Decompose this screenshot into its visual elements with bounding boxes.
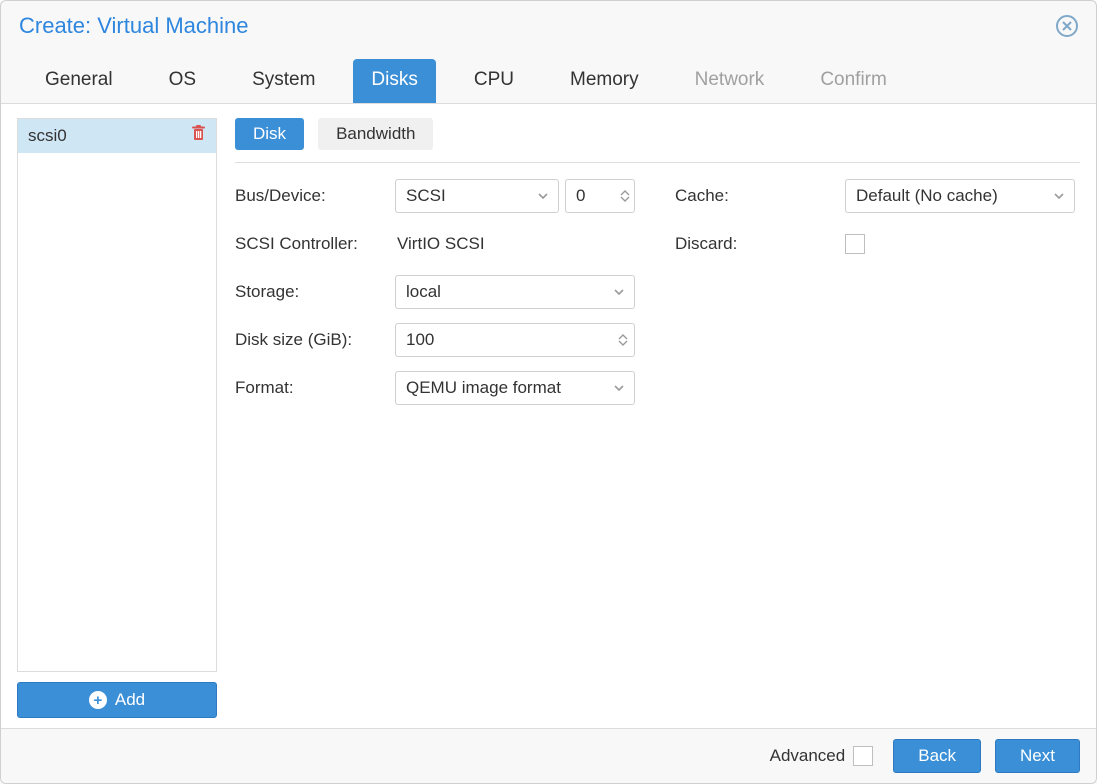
device-index-input[interactable]: 0 — [565, 179, 635, 213]
advanced-toggle[interactable]: Advanced — [770, 746, 874, 766]
format-select[interactable]: QEMU image format — [395, 371, 635, 405]
disk-size-input[interactable]: 100 — [395, 323, 635, 357]
advanced-label: Advanced — [770, 746, 846, 766]
tab-general[interactable]: General — [27, 59, 131, 103]
tab-confirm: Confirm — [802, 59, 905, 103]
spinner-icon[interactable] — [618, 334, 628, 346]
trash-icon[interactable] — [191, 125, 206, 146]
field-storage: Storage: local — [235, 275, 635, 309]
disk-list-item-label: scsi0 — [28, 126, 67, 146]
disk-size-value: 100 — [406, 330, 434, 350]
cache-select[interactable]: Default (No cache) — [845, 179, 1075, 213]
disk-list: scsi0 — [17, 118, 217, 672]
bus-select[interactable]: SCSI — [395, 179, 559, 213]
form-columns: Bus/Device: SCSI 0 — [235, 179, 1080, 419]
disk-list-item[interactable]: scsi0 — [18, 119, 216, 153]
field-discard: Discard: — [675, 227, 1075, 261]
bus-select-value: SCSI — [406, 186, 446, 206]
disk-subtabs: Disk Bandwidth — [235, 118, 1080, 163]
back-button[interactable]: Back — [893, 739, 981, 773]
window-title: Create: Virtual Machine — [19, 13, 249, 39]
add-button-label: Add — [115, 690, 145, 710]
footer: Advanced Back Next — [1, 728, 1096, 783]
tab-memory[interactable]: Memory — [552, 59, 657, 103]
field-bus-device: Bus/Device: SCSI 0 — [235, 179, 635, 213]
tab-disks[interactable]: Disks — [353, 59, 435, 103]
disk-sidebar: scsi0 + Add — [17, 118, 217, 718]
device-index-value: 0 — [576, 186, 585, 206]
chevron-down-icon — [1052, 189, 1066, 203]
plus-icon: + — [89, 691, 107, 709]
tab-cpu[interactable]: CPU — [456, 59, 532, 103]
tab-os[interactable]: OS — [151, 59, 214, 103]
wizard-tabs: General OS System Disks CPU Memory Netwo… — [1, 49, 1096, 104]
storage-select-value: local — [406, 282, 441, 302]
create-vm-window: Create: Virtual Machine General OS Syste… — [0, 0, 1097, 784]
next-button[interactable]: Next — [995, 739, 1080, 773]
scsi-controller-label: SCSI Controller: — [235, 234, 395, 254]
close-button[interactable] — [1056, 15, 1078, 37]
tab-network: Network — [677, 59, 783, 103]
cache-label: Cache: — [675, 186, 845, 206]
form-col-left: Bus/Device: SCSI 0 — [235, 179, 635, 419]
scsi-controller-value: VirtIO SCSI — [395, 234, 485, 254]
spinner-icon[interactable] — [620, 190, 630, 202]
titlebar: Create: Virtual Machine — [1, 1, 1096, 49]
field-format: Format: QEMU image format — [235, 371, 635, 405]
discard-label: Discard: — [675, 234, 845, 254]
chevron-down-icon — [536, 189, 550, 203]
field-cache: Cache: Default (No cache) — [675, 179, 1075, 213]
disk-form: Disk Bandwidth Bus/Device: SCSI 0 — [235, 118, 1080, 718]
disk-size-label: Disk size (GiB): — [235, 330, 395, 350]
body: scsi0 + Add Disk Bandwidth Bus/Devic — [1, 104, 1096, 728]
subtab-disk[interactable]: Disk — [235, 118, 304, 150]
add-disk-button[interactable]: + Add — [17, 682, 217, 718]
chevron-down-icon — [612, 285, 626, 299]
bus-device-label: Bus/Device: — [235, 186, 395, 206]
form-col-right: Cache: Default (No cache) Discard: — [675, 179, 1075, 419]
storage-select[interactable]: local — [395, 275, 635, 309]
storage-label: Storage: — [235, 282, 395, 302]
subtab-bandwidth[interactable]: Bandwidth — [318, 118, 433, 150]
advanced-checkbox[interactable] — [853, 746, 873, 766]
tab-system[interactable]: System — [234, 59, 333, 103]
field-scsi-controller: SCSI Controller: VirtIO SCSI — [235, 227, 635, 261]
discard-checkbox[interactable] — [845, 234, 865, 254]
field-disk-size: Disk size (GiB): 100 — [235, 323, 635, 357]
close-icon — [1061, 20, 1073, 32]
format-label: Format: — [235, 378, 395, 398]
format-select-value: QEMU image format — [406, 378, 561, 398]
cache-select-value: Default (No cache) — [856, 186, 998, 206]
chevron-down-icon — [612, 381, 626, 395]
